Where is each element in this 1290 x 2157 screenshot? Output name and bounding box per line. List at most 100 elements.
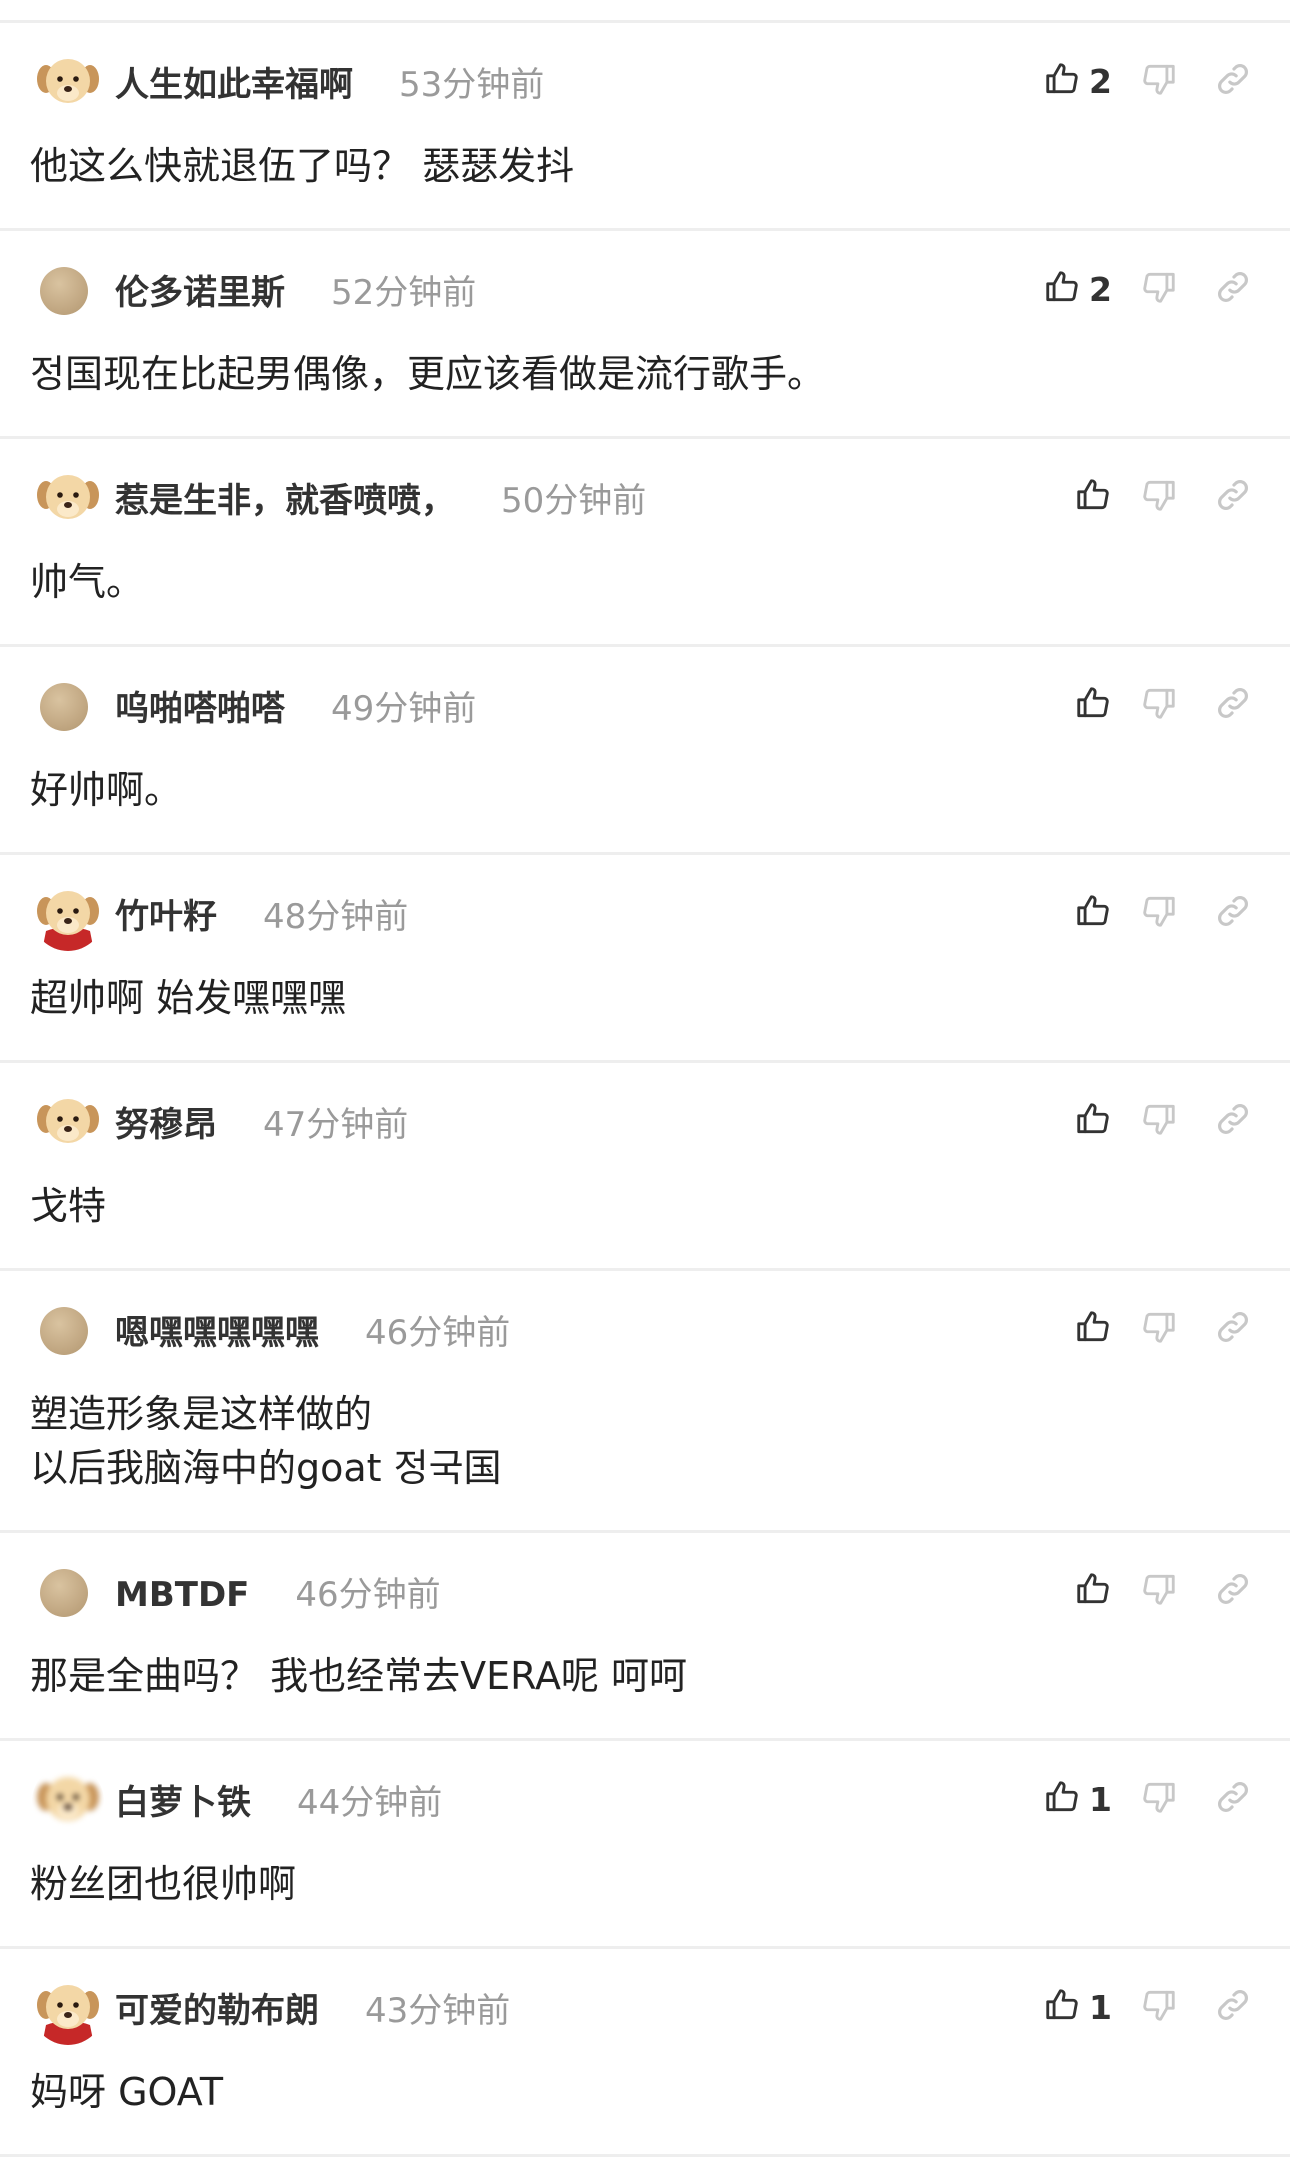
puppy-avatar-icon [37,1099,99,1143]
avatar[interactable] [32,463,104,535]
dislike-button[interactable] [1140,1986,1178,2028]
like-count: 2 [1089,269,1112,309]
author-name[interactable]: 嗯嘿嘿嘿嘿嘿 [115,1305,319,1354]
like-button[interactable] [1074,1570,1112,1612]
comment-time: 47分钟前 [263,1105,409,1145]
avatar[interactable] [40,683,88,731]
share-link-button[interactable] [1214,1986,1252,2028]
thumbs-up-icon [1074,476,1112,518]
share-link-button[interactable] [1214,892,1252,934]
comment-item: 努穆昂 47分钟前 戈特 [0,1063,1290,1271]
link-icon [1214,1312,1252,1350]
comment-time: 53分钟前 [399,65,545,105]
link-icon [1214,1782,1252,1820]
comment-time: 49分钟前 [331,689,477,729]
dislike-button[interactable] [1140,1308,1178,1350]
avatar[interactable] [32,1087,104,1159]
share-link-button[interactable] [1214,1570,1252,1612]
like-button[interactable]: 2 [1043,268,1112,310]
comment-actions [1074,1563,1252,1619]
comment-item: MBTDF 46分钟前 那是全曲吗？ 我也经常去VERA呢 呵呵 [0,1533,1290,1741]
link-icon [1214,1990,1252,2028]
comment-time: 46分钟前 [295,1575,441,1615]
thumbs-down-icon [1140,1104,1178,1142]
author-name[interactable]: 白萝卜铁 [115,1775,251,1824]
thumbs-up-icon [1043,60,1081,102]
like-button[interactable]: 2 [1043,60,1112,102]
avatar[interactable] [32,1973,104,2045]
link-icon [1214,1104,1252,1142]
link-icon [1214,64,1252,102]
comment-time: 43分钟前 [365,1991,511,2031]
share-link-button[interactable] [1214,1308,1252,1350]
thumbs-up-icon [1043,268,1081,310]
thumbs-up-icon [1074,1308,1112,1350]
share-link-button[interactable] [1214,684,1252,726]
dislike-button[interactable] [1140,476,1178,518]
avatar[interactable] [32,879,104,951]
comment-item: 伦多诺里斯 52分钟前 2 정国现在比起男偶像，更应该看做是流行歌手。 [0,231,1290,439]
link-icon [1214,896,1252,934]
thumbs-down-icon [1140,1574,1178,1612]
comment-actions: 1 [1043,1771,1252,1827]
avatar[interactable] [40,267,88,315]
top-divider [0,0,1290,23]
thumbs-up-icon [1043,1986,1081,2028]
like-button[interactable]: 1 [1043,1986,1112,2028]
dislike-button[interactable] [1140,60,1178,102]
avatar[interactable] [40,1569,88,1617]
dislike-button[interactable] [1140,1570,1178,1612]
author-name[interactable]: 呜啪嗒啪嗒 [115,681,285,730]
like-button[interactable] [1074,1308,1112,1350]
author-name[interactable]: 努穆昂 [115,1097,217,1146]
comment-item: 人生如此幸福啊 53分钟前 2 他这么快就退伍了吗？ 瑟瑟发抖 [0,23,1290,231]
comment-actions: 1 [1043,1979,1252,2035]
puppy-avatar-icon [37,1777,99,1821]
comment-item: 嗯嘿嘿嘿嘿嘿 46分钟前 塑造形象是这样做的 以后我脑海中的goat 정국国 [0,1271,1290,1533]
comment-item: 呜啪嗒啪嗒 49分钟前 好帅啊。 [0,647,1290,855]
share-link-button[interactable] [1214,1778,1252,1820]
thumbs-down-icon [1140,480,1178,518]
dislike-button[interactable] [1140,268,1178,310]
comment-actions [1074,885,1252,941]
share-link-button[interactable] [1214,268,1252,310]
dislike-button[interactable] [1140,1100,1178,1142]
like-count: 2 [1089,61,1112,101]
like-button[interactable] [1074,476,1112,518]
like-button[interactable] [1074,684,1112,726]
dislike-button[interactable] [1140,1778,1178,1820]
author-name[interactable]: 人生如此幸福啊 [115,57,353,106]
share-link-button[interactable] [1214,476,1252,518]
thumbs-down-icon [1140,1312,1178,1350]
puppy-avatar-icon [37,475,99,519]
share-link-button[interactable] [1214,60,1252,102]
comment-time: 44分钟前 [297,1783,443,1823]
comment-item: 可爱的勒布朗 43分钟前 1 妈呀 GOAT [0,1949,1290,2157]
like-count: 1 [1089,1987,1112,2027]
like-button[interactable] [1074,1100,1112,1142]
thumbs-up-icon [1074,1100,1112,1142]
share-link-button[interactable] [1214,1100,1252,1142]
author-name[interactable]: 竹叶籽 [115,889,217,938]
like-button[interactable]: 1 [1043,1778,1112,1820]
author-name[interactable]: 可爱的勒布朗 [115,1983,319,2032]
dislike-button[interactable] [1140,892,1178,934]
comment-item: 惹是生非，就香喷喷， 50分钟前 帅气。 [0,439,1290,647]
comment-time: 50分钟前 [501,481,647,521]
author-name[interactable]: 伦多诺里斯 [115,265,285,314]
comment-actions [1074,469,1252,525]
thumbs-down-icon [1140,272,1178,310]
comment-time: 52分钟前 [331,273,477,313]
avatar[interactable] [40,1307,88,1355]
thumbs-up-icon [1043,1778,1081,1820]
avatar[interactable] [32,47,104,119]
dislike-button[interactable] [1140,684,1178,726]
like-button[interactable] [1074,892,1112,934]
author-name[interactable]: MBTDF [115,1575,249,1615]
thumbs-down-icon [1140,688,1178,726]
author-name[interactable]: 惹是生非，就香喷喷， [115,473,455,522]
comment-item: 竹叶籽 48分钟前 超帅啊 始发嘿嘿嘿 [0,855,1290,1063]
link-icon [1214,480,1252,518]
puppy-avatar-icon [37,59,99,103]
avatar[interactable] [32,1765,104,1837]
